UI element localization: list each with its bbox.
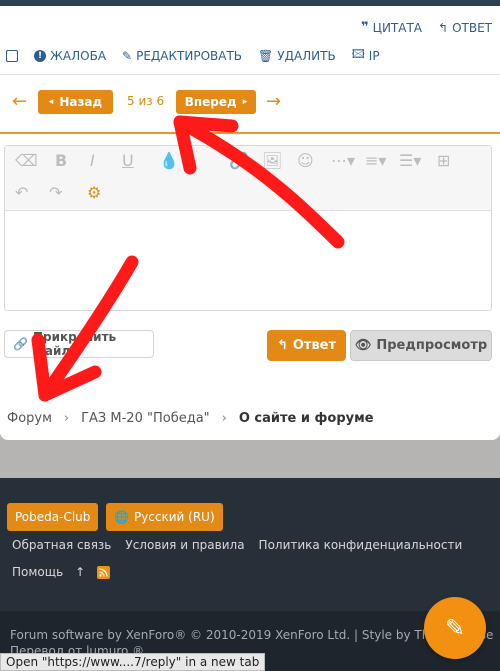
- list-icon[interactable]: ☰▾: [399, 151, 421, 170]
- message-actions-bottom: ! ЖАЛОБА ✎ РЕДАКТИРОВАТЬ 🗑 УДАЛИТЬ 🖾 IP: [6, 45, 380, 66]
- settings-icon[interactable]: ⚙: [87, 183, 101, 202]
- reply-label: ОТВЕТ: [452, 20, 492, 35]
- globe-icon: 🌐: [114, 510, 129, 524]
- breadcrumb-separator: ›: [63, 411, 70, 426]
- style-chooser-button[interactable]: Pobeda-Club: [7, 503, 99, 531]
- editor-textarea[interactable]: [5, 211, 491, 310]
- prev-page-button[interactable]: ◂ Назад: [38, 90, 113, 114]
- table-icon[interactable]: ⊞: [437, 151, 450, 170]
- quote-label: ЦИТАТА: [372, 20, 423, 35]
- rss-icon[interactable]: [97, 565, 111, 579]
- color-icon[interactable]: 💧: [159, 151, 179, 170]
- quote-link[interactable]: ❞ ЦИТАТА: [361, 20, 422, 35]
- reply-button-label: Ответ: [292, 338, 337, 353]
- pagination: ← ◂ Назад 5 из 6 Вперед ▸ →: [0, 88, 500, 118]
- reply-button[interactable]: ↰ Ответ: [267, 330, 346, 361]
- prev-arrow-icon[interactable]: ←: [12, 91, 27, 112]
- ip-label: IP: [368, 48, 380, 63]
- message-card: ❞ ЦИТАТА ↰ ОТВЕТ ! ЖАЛОБА ✎ РЕДАКТИРОВАТ…: [0, 0, 500, 440]
- footer-link-privacy[interactable]: Политика конфиденциальности: [259, 538, 463, 552]
- divider: [0, 74, 500, 75]
- breadcrumb-current[interactable]: О сайте и форуме: [239, 411, 374, 426]
- id-card-icon: 🖾: [351, 47, 365, 61]
- edit-label: РЕДАКТИРОВАТЬ: [136, 48, 243, 63]
- editor-toolbar: ⌫ B I U 💧 🔗 🖼 ☺ ⋯▾ ≡▾ ☰▾ ⊞ ↶ ↷ ⚙: [5, 146, 491, 211]
- reply-link[interactable]: ↰ ОТВЕТ: [438, 20, 492, 35]
- next-arrow-icon[interactable]: →: [266, 91, 281, 112]
- image-icon[interactable]: 🖼: [262, 151, 282, 170]
- more-icon[interactable]: ⋯▾: [331, 151, 355, 170]
- page-footer: Pobeda-Club 🌐 Русский (RU) Обратная связ…: [0, 478, 500, 671]
- prev-page-label: Назад: [59, 95, 103, 109]
- smile-icon[interactable]: ☺: [297, 151, 314, 170]
- floating-compose-button[interactable]: ✎: [424, 597, 486, 659]
- attach-files-button[interactable]: 🔗 Прикрепить файлы: [4, 330, 154, 358]
- bold-icon[interactable]: B: [55, 151, 67, 170]
- message-editor: ⌫ B I U 💧 🔗 🖼 ☺ ⋯▾ ≡▾ ☰▾ ⊞ ↶ ↷ ⚙: [4, 145, 492, 311]
- copyright-text[interactable]: Forum software by XenForo® © 2010-2019 X…: [10, 628, 493, 642]
- breadcrumb: Форум › ГАЗ М-20 "Победа" › О сайте и фо…: [7, 411, 374, 426]
- delete-label: УДАЛИТЬ: [277, 48, 336, 63]
- editor-top-border: [0, 132, 500, 134]
- paperclip-icon: 🔗: [13, 337, 28, 351]
- browser-status-bar: Open "https://www....7/reply" in a new t…: [0, 653, 266, 671]
- footer-link-terms[interactable]: Условия и правила: [125, 538, 244, 552]
- underline-icon[interactable]: U: [122, 151, 134, 170]
- reply-arrow-icon: ↰: [438, 20, 449, 35]
- eraser-icon[interactable]: ⌫: [15, 151, 38, 170]
- chevron-left-icon: ◂: [48, 97, 54, 107]
- footer-links: Обратная связь Условия и правила Политик…: [12, 538, 462, 552]
- chevron-right-icon: ▸: [242, 97, 248, 107]
- complaint-label: ЖАЛОБА: [50, 48, 107, 63]
- undo-icon[interactable]: ↶: [15, 183, 28, 202]
- italic-icon[interactable]: I: [90, 151, 95, 170]
- pencil-icon: ✎: [444, 614, 466, 642]
- eye-icon: 👁: [354, 338, 372, 353]
- preview-button[interactable]: 👁 Предпросмотр: [350, 330, 492, 361]
- reply-icon: ↰: [276, 338, 288, 353]
- info-icon: !: [34, 49, 46, 62]
- pencil-icon: ✎: [122, 48, 133, 63]
- quote-icon: ❞: [361, 20, 369, 35]
- breadcrumb-item[interactable]: ГАЗ М-20 "Победа": [81, 411, 210, 426]
- language-chooser-label: Русский (RU): [133, 510, 215, 524]
- message-actions-top: ❞ ЦИТАТА ↰ ОТВЕТ: [361, 20, 492, 35]
- breadcrumb-item[interactable]: Форум: [7, 411, 52, 426]
- language-chooser-button[interactable]: 🌐 Русский (RU): [106, 503, 223, 531]
- link-icon[interactable]: 🔗: [229, 151, 249, 170]
- attach-files-label: Прикрепить файлы: [32, 330, 117, 358]
- next-page-label: Вперед: [184, 95, 237, 109]
- footer-link-contact[interactable]: Обратная связь: [12, 538, 111, 552]
- edit-link[interactable]: ✎ РЕДАКТИРОВАТЬ: [122, 49, 242, 63]
- redo-icon[interactable]: ↷: [49, 183, 62, 202]
- page-status: 5 из 6: [127, 94, 165, 108]
- footer-link-help[interactable]: Помощь: [12, 565, 63, 579]
- trash-icon: 🗑: [258, 48, 274, 63]
- complaint-link[interactable]: ! ЖАЛОБА: [34, 49, 106, 63]
- style-chooser-label: Pobeda-Club: [15, 510, 91, 524]
- ip-link[interactable]: 🖾 IP: [352, 45, 380, 66]
- scroll-top-icon[interactable]: ↑: [75, 565, 85, 579]
- card-top-edge: [0, 0, 500, 6]
- delete-link[interactable]: 🗑 УДАЛИТЬ: [258, 49, 336, 63]
- preview-button-label: Предпросмотр: [376, 338, 488, 353]
- align-icon[interactable]: ≡▾: [365, 151, 386, 170]
- breadcrumb-separator: ›: [221, 411, 227, 426]
- select-checkbox[interactable]: [6, 49, 18, 62]
- footer-links-secondary: Помощь ↑: [12, 565, 111, 579]
- next-page-button[interactable]: Вперед ▸: [176, 90, 256, 114]
